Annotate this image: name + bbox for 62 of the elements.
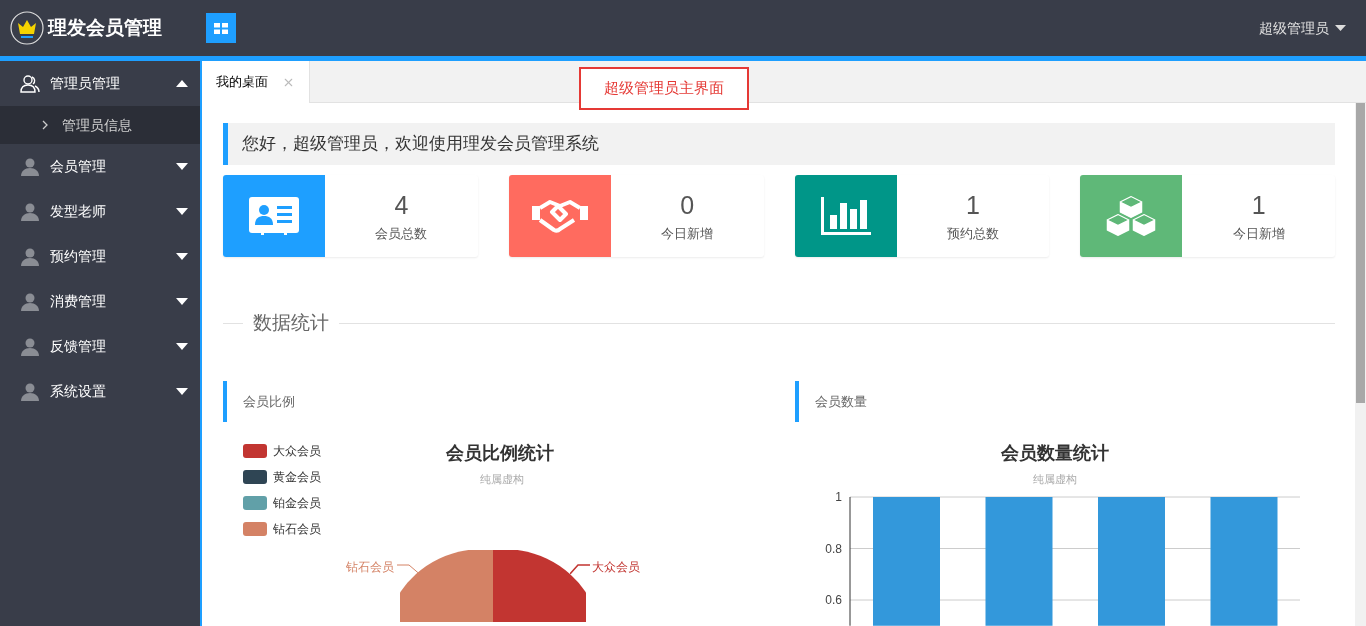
caret-icon bbox=[1335, 25, 1346, 31]
sidebar-item[interactable]: 消费管理 bbox=[0, 279, 200, 324]
stat-label: 会员总数 bbox=[375, 224, 428, 243]
legend-label: 钻石会员 bbox=[273, 520, 321, 538]
grid-icon bbox=[214, 22, 228, 34]
id-card-icon bbox=[249, 197, 299, 236]
person-icon bbox=[20, 156, 40, 177]
chart-subtitle: 纯属虚构 bbox=[1033, 471, 1077, 487]
caret-icon bbox=[176, 208, 188, 215]
axis-tick-label: 1 bbox=[835, 490, 842, 505]
submenu-item[interactable]: 管理员信息 bbox=[0, 106, 200, 144]
stat-label: 预约总数 bbox=[946, 224, 999, 243]
person-icon bbox=[20, 336, 40, 357]
axis-tick-label: 0.6 bbox=[825, 593, 842, 608]
menu-toggle-button[interactable] bbox=[206, 13, 236, 43]
sidebar-item[interactable]: 预约管理 bbox=[0, 234, 200, 279]
bar-chart-icon bbox=[820, 197, 871, 236]
caret-icon bbox=[176, 343, 188, 350]
legend-label: 铂金会员 bbox=[273, 494, 321, 512]
annotation-box: 超级管理员主界面 bbox=[579, 67, 749, 110]
sidebar-item[interactable]: 系统设置 bbox=[0, 369, 200, 414]
person-icon bbox=[20, 291, 40, 312]
handshake-icon bbox=[531, 198, 588, 235]
stat-value: 1 bbox=[965, 189, 980, 220]
sidebar-item[interactable]: 管理员管理 bbox=[0, 61, 200, 106]
slice-label: 钻石会员 bbox=[346, 558, 394, 576]
crown-logo-icon bbox=[10, 11, 44, 45]
user-menu[interactable]: 超级管理员 bbox=[1259, 17, 1346, 39]
chart-subtitle: 纯属虚构 bbox=[479, 471, 524, 487]
panel-title: 会员比例 bbox=[223, 380, 780, 422]
welcome-banner: 您好，超级管理员，欢迎使用理发会员管理系统 bbox=[223, 123, 1335, 166]
stat-value: 0 bbox=[680, 189, 695, 220]
section-title: 数据统计 bbox=[252, 311, 330, 336]
person-icon bbox=[20, 246, 40, 267]
caret-icon bbox=[176, 80, 188, 87]
sidebar-item[interactable]: 会员管理 bbox=[0, 144, 200, 189]
stat-label: 今日新增 bbox=[1232, 224, 1285, 243]
legend-label: 黄金会员 bbox=[273, 468, 321, 486]
scrollbar-thumb[interactable] bbox=[1356, 103, 1365, 403]
person-icon bbox=[20, 201, 40, 222]
stat-label: 今日新增 bbox=[661, 224, 714, 243]
caret-icon bbox=[176, 388, 188, 395]
panel-title: 会员数量 bbox=[795, 380, 1335, 422]
chart-title: 会员比例统计 bbox=[445, 441, 554, 465]
stat-value: 1 bbox=[1251, 189, 1266, 220]
stat-value: 4 bbox=[394, 189, 409, 220]
app-title: 理发会员管理 bbox=[48, 15, 162, 40]
chart-title: 会员数量统计 bbox=[1001, 441, 1109, 465]
axis-tick-label: 0.8 bbox=[825, 541, 842, 556]
person-icon bbox=[20, 381, 40, 402]
person-icon bbox=[20, 73, 40, 94]
chevron-right-icon bbox=[42, 120, 48, 130]
caret-icon bbox=[176, 163, 188, 170]
leader-line bbox=[570, 563, 590, 574]
legend-label: 大众会员 bbox=[273, 442, 321, 460]
sidebar-item[interactable]: 反馈管理 bbox=[0, 324, 200, 369]
sidebar-item[interactable]: 发型老师 bbox=[0, 189, 200, 234]
caret-icon bbox=[176, 253, 188, 260]
tab[interactable]: 我的桌面 bbox=[202, 61, 310, 103]
cubes-icon bbox=[1105, 195, 1158, 238]
slice-label: 大众会员 bbox=[592, 558, 640, 576]
caret-icon bbox=[176, 298, 188, 305]
